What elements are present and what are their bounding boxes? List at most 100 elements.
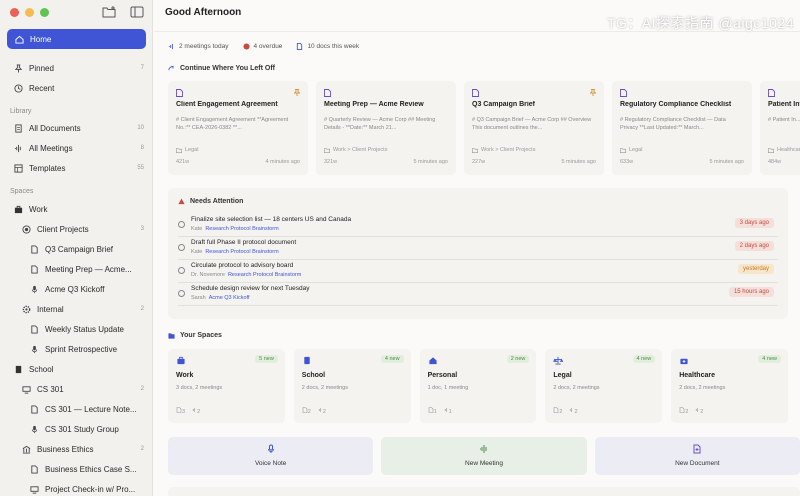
sidebar-item-label: CS 301 Study Group: [45, 424, 119, 434]
close-window-button[interactable]: [10, 8, 19, 17]
section-label: Continue Where You Left Off: [180, 65, 276, 72]
stat-docs[interactable]: 10 docs this week: [296, 43, 359, 50]
sidebar-item-meeting-prep[interactable]: Meeting Prep — Acme...: [30, 261, 144, 277]
space-stats: 2 docs, 2 meetings: [301, 385, 348, 391]
sidebar-item-pinned[interactable]: Pinned 7: [14, 60, 144, 76]
task-meta: Sarah Acme Q3 Kickoff: [191, 295, 250, 301]
needs-attention-heading: Needs Attention: [178, 198, 243, 205]
sidebar-item-home[interactable]: Home: [7, 29, 146, 49]
doc-count-value: 1: [433, 409, 437, 415]
clock-icon: [14, 83, 23, 93]
space-card-healthcare[interactable]: 4 new Healthcare 2 docs, 2 meetings 2 2: [671, 349, 788, 423]
doc-count: 2: [553, 407, 562, 415]
doc-path: Work > Client Projects: [472, 147, 535, 153]
task-source-link[interactable]: Research Protocol Brainstorm: [228, 272, 301, 278]
sidebar-item-all-meetings[interactable]: All Meetings 8: [14, 140, 144, 156]
document-stack-icon: [15, 123, 22, 133]
recent-doc-card[interactable]: Regulatory Compliance Checklist # Regulat…: [612, 81, 752, 175]
stat-label: 4 overdue: [253, 43, 283, 50]
sidebar-item-work[interactable]: Work: [14, 201, 144, 217]
new-folder-icon[interactable]: [102, 6, 116, 18]
sidebar-item-cs301[interactable]: CS 301 2: [22, 381, 144, 397]
stat-meetings[interactable]: 2 meetings today: [168, 43, 229, 50]
task-title: Finalize site selection list — 18 center…: [191, 216, 352, 223]
attention-item[interactable]: Schedule design review for next Tuesday S…: [178, 283, 778, 306]
doc-timestamp: 5 minutes ago: [709, 159, 744, 165]
attention-item[interactable]: Finalize site selection list — 18 center…: [178, 214, 778, 237]
new-document-button[interactable]: New Document: [594, 437, 800, 475]
doc-count: 3: [176, 407, 185, 415]
scale-icon: [553, 356, 564, 365]
space-card-work[interactable]: 5 new Work 3 docs, 2 meetings 3 2: [168, 349, 285, 423]
zoom-window-button[interactable]: [40, 8, 49, 17]
spaces-grid: 5 new Work 3 docs, 2 meetings 3 2 4 new School…: [168, 349, 788, 423]
space-card-school[interactable]: 4 new School 2 docs, 2 meetings 2 2: [293, 349, 411, 423]
task-assignee: Dr. Novemore: [191, 272, 225, 278]
sidebar-item-weekly-status[interactable]: Weekly Status Update: [30, 321, 144, 337]
document-icon: [768, 89, 775, 97]
spaces-section-label: Spaces: [10, 188, 34, 195]
task-checkbox[interactable]: [178, 267, 185, 274]
sidebar-item-recent[interactable]: Recent: [14, 80, 144, 96]
sidebar-item-school[interactable]: School: [14, 361, 144, 377]
sidebar-item-internal[interactable]: Internal 2: [22, 301, 144, 317]
sidebar-item-acme-kickoff[interactable]: Acme Q3 Kickoff: [30, 281, 144, 297]
doc-word-count: 321w: [324, 159, 338, 165]
doc-timestamp: 5 minutes ago: [413, 159, 448, 165]
sidebar-toggle-icon[interactable]: [130, 6, 144, 18]
new-badge: 4 new: [380, 355, 404, 363]
sidebar-item-cs301-study[interactable]: CS 301 Study Group: [30, 421, 144, 437]
attention-item[interactable]: Draft full Phase II protocol document Kat…: [178, 237, 778, 260]
new-badge: 4 new: [632, 355, 656, 363]
doc-path: Healthcare: [768, 147, 800, 153]
task-checkbox[interactable]: [178, 290, 185, 297]
book-icon: [15, 365, 22, 373]
doc-path: Work > Client Projects: [324, 147, 387, 153]
stat-overdue[interactable]: 4 overdue: [242, 43, 283, 50]
document-icon: [472, 89, 479, 97]
sidebar-item-label: Business Ethics Case S...: [45, 464, 137, 474]
doc-count: 1: [428, 407, 437, 415]
sidebar-item-business-ethics[interactable]: Business Ethics 2: [22, 441, 144, 457]
task-source-link[interactable]: Research Protocol Brainstorm: [205, 249, 278, 255]
task-checkbox[interactable]: [178, 221, 185, 228]
new-meeting-button[interactable]: New Meeting: [381, 437, 587, 475]
doc-snippet: # Q3 Campaign Brief — Acme Corp ## Overv…: [472, 117, 592, 131]
spaces-section-heading: Your Spaces: [168, 332, 222, 339]
task-checkbox[interactable]: [178, 244, 185, 251]
document-icon: [31, 264, 38, 274]
sidebar-item-label: Home: [30, 34, 52, 44]
space-card-legal[interactable]: 4 new Legal 2 docs, 2 meetings 2 2: [545, 349, 663, 423]
minimize-window-button[interactable]: [25, 8, 34, 17]
doc-title: Q3 Campaign Brief: [472, 101, 536, 108]
task-source-link[interactable]: Acme Q3 Kickoff: [209, 295, 250, 301]
sidebar-item-label: Internal: [37, 304, 64, 314]
page-title: Good Afternoon: [165, 7, 242, 18]
waveform-icon: [14, 144, 21, 152]
microphone-icon: [31, 345, 38, 353]
attention-item[interactable]: Circulate protocol to advisory board Dr. …: [178, 260, 778, 283]
sidebar-item-templates[interactable]: Templates 55: [14, 160, 144, 176]
doc-title: Meeting Prep — Acme Review: [324, 101, 424, 108]
due-badge: 2 days ago: [734, 241, 774, 251]
doc-title: Patient Int...: [768, 101, 800, 108]
task-source-link[interactable]: Research Protocol Brainstorm: [205, 226, 278, 232]
doc-path: Legal: [620, 147, 642, 153]
sidebar-item-q3-campaign-brief[interactable]: Q3 Campaign Brief: [30, 241, 144, 257]
recent-doc-card[interactable]: Meeting Prep — Acme Review # Quarterly Re…: [316, 81, 456, 175]
sidebar-item-sprint-retro[interactable]: Sprint Retrospective: [30, 341, 144, 357]
doc-title: Regulatory Compliance Checklist: [620, 101, 732, 108]
voice-note-button[interactable]: Voice Note: [168, 437, 374, 475]
space-card-personal[interactable]: 2 new Personal 1 doc, 1 meeting 1 1: [419, 349, 537, 423]
recent-doc-card[interactable]: Patient Int... # Patient In... Healthcare 4…: [760, 81, 800, 175]
recent-doc-card[interactable]: Client Engagement Agreement # Client Enga…: [168, 81, 308, 175]
space-name: Legal: [553, 372, 572, 379]
recent-doc-card[interactable]: Q3 Campaign Brief # Q3 Campaign Brief — A…: [464, 81, 604, 175]
sidebar-item-client-projects[interactable]: Client Projects 3: [22, 221, 144, 237]
doc-word-count: 227w: [472, 159, 486, 165]
briefcase-icon: [14, 205, 23, 213]
sidebar-item-cs301-lecture[interactable]: CS 301 — Lecture Note...: [30, 401, 144, 417]
sidebar-item-ethics-case[interactable]: Business Ethics Case S...: [30, 461, 144, 477]
sidebar-item-project-checkin[interactable]: Project Check-in w/ Pro...: [30, 481, 144, 496]
sidebar-item-all-documents[interactable]: All Documents 10: [14, 120, 144, 136]
